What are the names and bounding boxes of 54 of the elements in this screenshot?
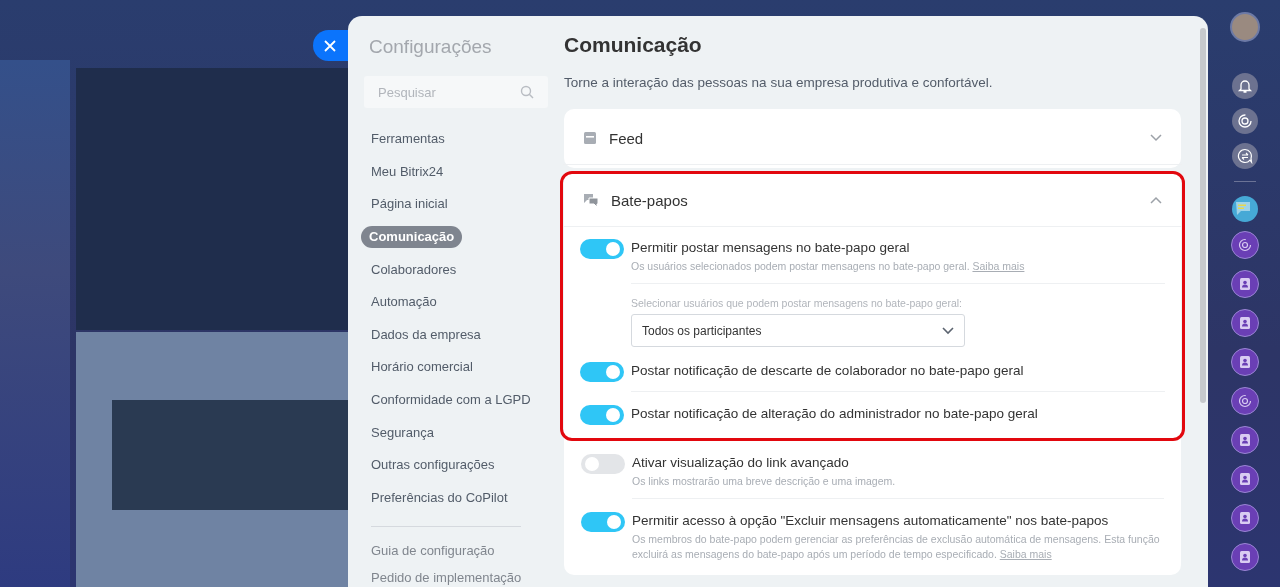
setting-description: Os links mostrarão uma breve descrição e uma imagem.: [632, 474, 897, 489]
section-header[interactable]: Feed: [563, 112, 1182, 165]
sidebar-item[interactable]: Ferramentas: [361, 128, 453, 151]
chat-arrows-icon: [1237, 148, 1253, 164]
chat-icon: [583, 193, 599, 207]
close-icon: [324, 39, 336, 52]
sidebar-link[interactable]: Guia de configuração: [371, 543, 560, 559]
setting-label: Postar notificação de descarte de colaborador no bate-papo geral: [631, 363, 1025, 378]
setting-label: Permitir acesso à opção "Excluir mensagens automaticamente" nos bate-papos: [632, 513, 1110, 528]
sidebar-link[interactable]: Pedido de implementação: [371, 570, 560, 586]
sidebar-item[interactable]: Outras configurações: [361, 454, 503, 477]
sidebar-item[interactable]: Comunicação: [361, 226, 463, 249]
search-icon: [520, 85, 534, 99]
sidebar-item[interactable]: Automação: [361, 291, 445, 314]
sidebar-item[interactable]: Dados da empresa: [361, 323, 489, 346]
globe-icon: [1238, 394, 1252, 408]
caret-icon: [942, 326, 954, 335]
sidebar-item[interactable]: Segurança: [361, 421, 442, 444]
sidebar-item[interactable]: Conformidade com a LGPD: [361, 389, 539, 412]
contact-book-icon: [1239, 472, 1251, 486]
page-subtitle: Torne a interação das pessoas na sua empresa produtiva e confortável.: [564, 75, 994, 90]
dropdown-field[interactable]: Todos os participantes: [631, 314, 965, 347]
page-title: Comunicação: [564, 33, 703, 58]
swirl-icon: [1237, 113, 1253, 129]
sidebar-item[interactable]: Colaboradores: [361, 258, 465, 281]
toggle-switch[interactable]: [580, 405, 624, 425]
contact-book-icon: [1239, 277, 1251, 291]
setting-description: Os usuários selecionados podem postar mensagens no bate-papo geral. Saiba mais: [631, 259, 1026, 274]
toggle-switch[interactable]: [581, 512, 625, 532]
section-header[interactable]: Bate-papos: [563, 174, 1182, 227]
sidebar-item[interactable]: Página inicial: [361, 193, 456, 216]
contact-book-icon: [1239, 355, 1251, 369]
sidebar-title: Configurações: [369, 36, 493, 59]
globe-icon: [1238, 238, 1252, 252]
contact-book-icon: [1239, 550, 1251, 564]
contact-book-icon: [1239, 433, 1251, 447]
sidebar-item[interactable]: Meu Bitrix24: [361, 160, 452, 183]
setting-label: Postar notificação de alteração do administrador no bate-papo geral: [631, 406, 1039, 421]
scrollbar[interactable]: [1200, 28, 1206, 403]
toggle-switch[interactable]: [580, 239, 624, 259]
sidebar-item[interactable]: Horário comercial: [361, 356, 481, 379]
toggle-switch[interactable]: [581, 454, 625, 474]
close-button[interactable]: [313, 30, 348, 61]
contact-book-icon: [1239, 511, 1251, 525]
toggle-switch[interactable]: [580, 362, 624, 382]
contact-book-icon: [1239, 316, 1251, 330]
field-label: Selecionar usuários que podem postar mensagens no bate-papo geral:: [631, 297, 963, 309]
sidebar-item[interactable]: Preferências do CoPilot: [361, 486, 516, 509]
setting-description: Os membros do bate-papo podem gerenciar as preferências de exclusão automática de mensagens. Esta função excluirá as mensagens do bate-papo após um período de tempo especificado. Saiba mais: [632, 532, 1161, 562]
feed-icon: [583, 131, 597, 145]
setting-label: Ativar visualização do link avançado: [632, 455, 850, 470]
bell-icon: [1237, 78, 1253, 94]
setting-label: Permitir postar mensagens no bate-papo geral: [631, 240, 911, 255]
search-field[interactable]: Pesquisar: [364, 76, 548, 108]
